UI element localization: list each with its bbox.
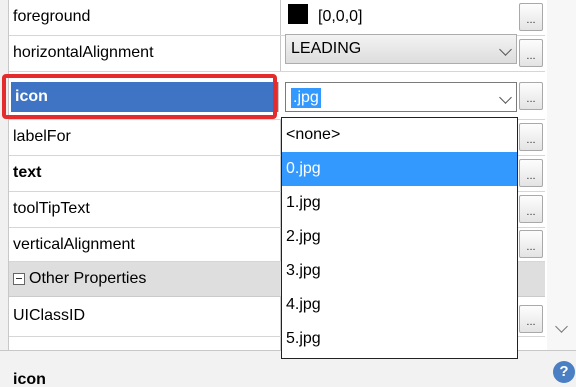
property-name-label-for: labelFor	[9, 120, 281, 155]
ui-class-id-ellipsis-button[interactable]: ...	[519, 305, 543, 333]
vertical-scrollbar[interactable]	[547, 0, 576, 350]
dropdown-option[interactable]: 1.jpg	[282, 186, 517, 220]
dropdown-option[interactable]: 5.jpg	[282, 322, 517, 356]
category-label: Other Properties	[29, 270, 147, 287]
property-name-icon: icon	[11, 82, 279, 112]
property-name-ui-class-id: UIClassID	[9, 297, 281, 336]
chevron-down-icon[interactable]	[499, 43, 512, 56]
help-icon[interactable]: ?	[553, 361, 575, 383]
scroll-down-icon[interactable]	[555, 320, 568, 333]
horizontal-alignment-ellipsis-button[interactable]: ...	[519, 39, 543, 67]
icon-combo[interactable]: .jpg	[285, 82, 517, 112]
chevron-down-icon[interactable]	[499, 91, 512, 104]
property-sheet: foreground [0,0,0] ... horizontalAlignme…	[0, 0, 576, 387]
icon-value[interactable]: .jpg	[291, 88, 321, 108]
property-name-tooltip-text: toolTipText	[9, 192, 281, 227]
label-for-ellipsis-button[interactable]: ...	[519, 123, 543, 151]
icon-dropdown-list[interactable]: <none> 0.jpg 1.jpg 2.jpg 3.jpg 4.jpg 5.j…	[281, 117, 518, 359]
dropdown-option-selected[interactable]: 0.jpg	[282, 152, 517, 186]
property-name-partial	[9, 337, 281, 350]
property-name-text: text	[9, 156, 281, 191]
property-sheet-left-edge	[0, 0, 9, 387]
property-name-horizontal-alignment: horizontalAlignment	[9, 36, 281, 71]
foreground-ellipsis-button[interactable]: ...	[519, 3, 543, 31]
tooltip-text-ellipsis-button[interactable]: ...	[519, 195, 543, 223]
property-row-foreground[interactable]: foreground [0,0,0] ...	[9, 0, 545, 36]
dropdown-option[interactable]: 4.jpg	[282, 288, 517, 322]
color-swatch	[288, 4, 308, 24]
description-title: icon	[13, 371, 46, 387]
vertical-alignment-ellipsis-button[interactable]: ...	[519, 230, 543, 258]
horizontal-alignment-combo[interactable]: LEADING	[285, 34, 517, 64]
foreground-value-text: [0,0,0]	[318, 8, 363, 25]
collapse-icon[interactable]	[13, 273, 25, 285]
text-ellipsis-button[interactable]: ...	[519, 159, 543, 187]
property-name-foreground: foreground	[9, 0, 281, 35]
dropdown-option[interactable]: <none>	[282, 118, 517, 152]
dropdown-option[interactable]: 3.jpg	[282, 254, 517, 288]
property-row-horizontal-alignment[interactable]: horizontalAlignment LEADING ...	[9, 34, 545, 72]
horizontal-alignment-value: LEADING	[291, 40, 362, 57]
property-value-foreground[interactable]: [0,0,0]	[282, 0, 517, 35]
property-name-vertical-alignment: verticalAlignment	[9, 228, 281, 261]
dropdown-option[interactable]: 2.jpg	[282, 220, 517, 254]
property-row-icon[interactable]: icon .jpg ...	[9, 82, 545, 120]
icon-ellipsis-button[interactable]: ...	[519, 82, 543, 110]
